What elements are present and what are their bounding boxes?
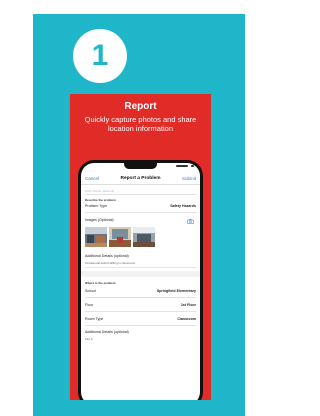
section-separator bbox=[81, 271, 200, 277]
nav-divider bbox=[81, 184, 200, 185]
additional-details-label: Additional Details (optional) bbox=[85, 254, 129, 258]
image-thumbnails bbox=[85, 227, 155, 247]
submit-button[interactable]: Submit bbox=[182, 176, 196, 181]
divider bbox=[85, 311, 196, 312]
speaker bbox=[176, 165, 188, 167]
photo-thumbnail[interactable] bbox=[85, 227, 107, 247]
phone-mockup: Cancel Report a Problem Submit Short Nam… bbox=[78, 160, 203, 400]
problem-type-label: Problem Type bbox=[85, 204, 108, 208]
room-type-row[interactable]: Room Type Classroom bbox=[85, 317, 196, 323]
room-type-label: Room Type bbox=[85, 317, 104, 321]
phone-screen: Cancel Report a Problem Submit Short Nam… bbox=[81, 163, 200, 400]
nav-bar: Cancel Report a Problem Submit bbox=[81, 176, 200, 186]
additional-details-input[interactable]: Occasional debris falling in classroom bbox=[85, 261, 135, 265]
step-number: 1 bbox=[91, 39, 109, 72]
divider bbox=[85, 194, 196, 195]
divider bbox=[85, 297, 196, 298]
images-label: Images (Optional) bbox=[85, 218, 114, 222]
front-camera bbox=[191, 164, 194, 168]
card-title: Report bbox=[124, 101, 157, 112]
where-header: Where is the problem bbox=[85, 281, 116, 285]
step-badge: 1 bbox=[73, 29, 127, 83]
report-card: Report Quickly capture photos and share … bbox=[70, 94, 211, 400]
additional-details-label-2: Additional Details (optional) bbox=[85, 330, 129, 334]
problem-type-row[interactable]: Problem Type Safety Hazards bbox=[85, 204, 196, 210]
photo-thumbnail[interactable] bbox=[109, 227, 131, 247]
floor-label: Floor bbox=[85, 303, 94, 307]
card-subtitle: Quickly capture photos and share locatio… bbox=[84, 115, 197, 133]
room-type-value: Classroom bbox=[177, 317, 196, 321]
phone-notch bbox=[124, 163, 194, 169]
additional-details-input-2[interactable]: Fire 6 bbox=[85, 337, 93, 341]
floor-value: 1st Floor bbox=[180, 303, 196, 307]
school-value: Springfield Elementary bbox=[156, 289, 196, 293]
photo-thumbnail[interactable] bbox=[133, 227, 155, 247]
floor-row[interactable]: Floor 1st Floor bbox=[85, 303, 196, 309]
describe-header: Describe the problem bbox=[85, 198, 116, 202]
problem-type-value: Safety Hazards bbox=[170, 204, 196, 208]
divider bbox=[85, 267, 196, 268]
camera-icon[interactable] bbox=[187, 219, 194, 224]
divider bbox=[85, 212, 196, 213]
school-label: School bbox=[85, 289, 96, 293]
short-name-input[interactable]: Short Name (optional) bbox=[85, 189, 114, 193]
school-row[interactable]: School Springfield Elementary bbox=[85, 289, 196, 295]
divider bbox=[85, 325, 196, 326]
